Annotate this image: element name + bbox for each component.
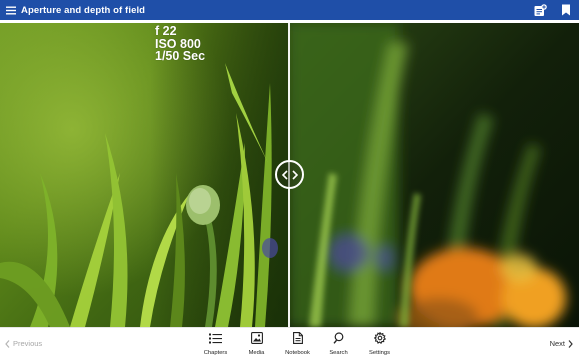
search-label: Search <box>329 350 348 356</box>
next-button[interactable]: Next <box>550 339 573 348</box>
previous-button[interactable]: Previous <box>5 339 42 348</box>
chapters-list-icon <box>209 331 223 345</box>
exposure-settings: f 22 ISO 800 1/50 Sec <box>155 25 205 63</box>
toolbar-tools: Chapters Media Notebook Search Settings <box>195 331 400 356</box>
previous-label: Previous <box>13 339 43 348</box>
shutter-value: 1/50 Sec <box>155 49 206 63</box>
bottom-toolbar: Previous Chapters Media Notebook Search <box>0 327 579 360</box>
blurred-photo-pane <box>289 23 579 327</box>
image-comparison-viewer[interactable]: f 22 ISO 800 1/50 Sec <box>0 23 579 327</box>
notebook-icon <box>291 331 305 345</box>
chapters-button[interactable]: Chapters <box>195 331 236 356</box>
chevron-right-icon <box>568 339 573 348</box>
settings-label: Settings <box>369 350 390 356</box>
media-image-icon <box>250 331 264 345</box>
next-label: Next <box>549 339 565 348</box>
bookmark-icon[interactable] <box>559 3 573 17</box>
sharp-photo-pane: f 22 ISO 800 1/50 Sec <box>0 23 289 327</box>
chapters-label: Chapters <box>203 350 228 356</box>
top-app-bar: Aperture and depth of field <box>0 0 579 20</box>
notebook-button[interactable]: Notebook <box>277 331 318 356</box>
media-button[interactable]: Media <box>236 331 277 356</box>
settings-gear-icon <box>373 331 387 345</box>
notebook-label: Notebook <box>285 350 310 356</box>
hamburger-menu-icon[interactable] <box>4 3 18 17</box>
chevron-left-icon <box>5 339 10 348</box>
chevron-left-right-icon[interactable] <box>275 160 304 189</box>
search-icon <box>332 331 346 345</box>
add-note-icon[interactable] <box>533 3 547 17</box>
media-label: Media <box>248 350 265 356</box>
search-button[interactable]: Search <box>318 331 359 356</box>
settings-button[interactable]: Settings <box>359 331 400 356</box>
aperture-value: f 22 <box>155 24 177 38</box>
page-title: Aperture and depth of field <box>21 4 146 16</box>
